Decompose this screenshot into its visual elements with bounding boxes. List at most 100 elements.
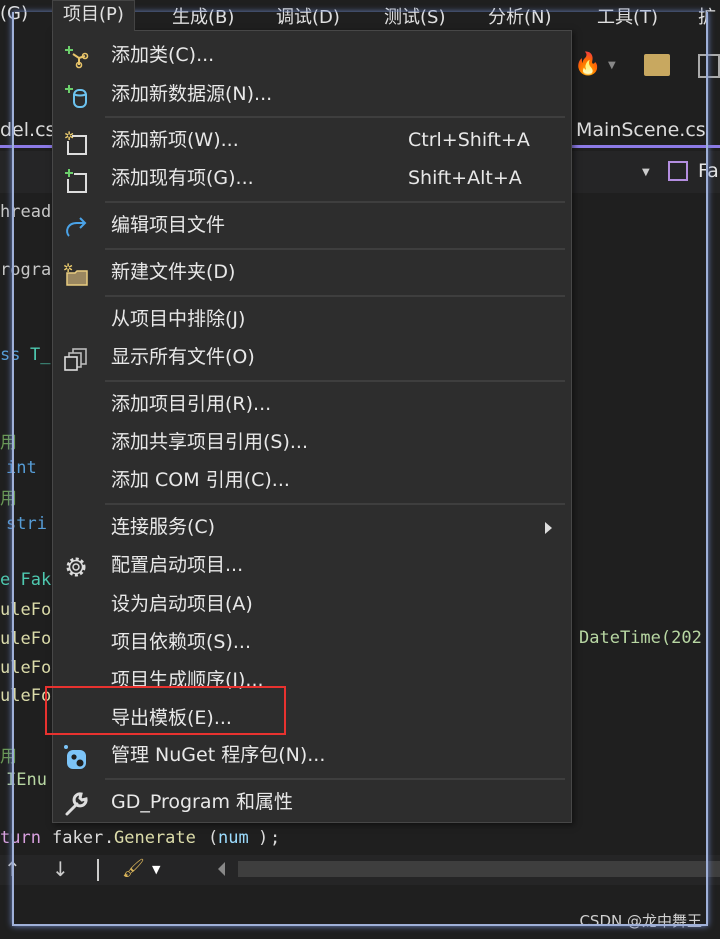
class-cube-icon [668,161,688,181]
menu-item-label: 添加新数据源(N)... [111,83,273,105]
chevron-down-icon[interactable]: ▼ [642,167,650,178]
window-home-icon[interactable] [698,54,720,78]
chevron-down-icon[interactable]: ▼ [152,863,160,876]
code-text: hread [0,202,52,222]
redo-arrow-icon [63,214,89,240]
arrow-up-icon[interactable]: ↑ [4,857,21,881]
menu-separator [105,116,565,118]
code-text: e Fak [0,570,52,590]
code-text: . [104,828,115,848]
horizontal-scrollbar[interactable] [238,861,720,877]
menu-item[interactable]: 管理 NuGet 程序包(N)... [53,736,571,774]
menu-separator [105,295,565,297]
code-text: uleFo [0,629,52,649]
show-all-files-icon [63,346,89,372]
code-text: num [218,828,249,848]
menu-build[interactable]: 生成(B) [172,3,234,29]
menu-item[interactable]: ✲ 添加新项(W)... Ctrl+Shift+A [53,121,571,159]
menu-analyze[interactable]: 分析(N) [488,3,552,29]
code-text: uleFo [0,600,52,620]
menu-item-label: 设为启动项目(A) [111,593,253,615]
menu-item[interactable]: 添加类(C)... [53,36,571,74]
gear-icon [63,554,89,580]
menu-item[interactable]: 添加项目引用(R)... [53,385,571,423]
menu-item-label: 显示所有文件(O) [111,346,255,368]
menu-item[interactable]: 设为启动项目(A) [53,585,571,623]
menu-separator [105,778,565,780]
hot-reload-icon[interactable]: 🔥 [574,52,601,77]
code-text: IEnu [6,770,47,790]
menu-bar: (G) 项目(P) 生成(B) 调试(D) 测试(S) 分析(N) 工具(T) … [0,0,720,31]
arrow-down-icon[interactable]: ↓ [52,857,69,881]
chevron-down-icon[interactable]: ▼ [608,60,616,71]
code-text: ss [0,345,21,365]
menu-item-label: 添加共享项目引用(S)... [111,431,309,453]
menu-item[interactable]: ✲ 新建文件夹(D) [53,253,571,291]
code-text: DateTime(202 [579,628,702,648]
menu-item[interactable]: 添加 COM 引用(C)... [53,461,571,499]
code-text: faker [52,828,104,848]
nuget-icon [63,744,89,770]
wrench-icon [63,791,89,817]
navbar-member[interactable]: Fa [698,160,719,182]
highlight-box [45,686,286,735]
scroll-left-icon[interactable] [218,862,225,876]
menu-separator [105,201,565,203]
code-text: ) [258,828,269,848]
menu-item[interactable]: GD_Program 和属性 [53,783,571,821]
code-text: ( [208,828,219,848]
menu-item[interactable]: 从项目中排除(J) [53,300,571,338]
menu-item[interactable]: 连接服务(C) [53,508,571,546]
menu-item-shortcut: Shift+Alt+A [408,167,522,189]
menu-item-label: 新建文件夹(D) [111,261,236,283]
code-text: ; [270,828,281,848]
add-class-icon [63,44,89,70]
menu-item[interactable]: 显示所有文件(O) [53,338,571,376]
tab-mainscene[interactable]: MainScene.cs [576,119,706,141]
code-text: 用 [0,433,17,453]
code-text: int [6,458,37,478]
menu-item-label: 编辑项目文件 [111,214,226,236]
code-text: uleFo [0,686,52,706]
menu-extensions[interactable]: 扩 [698,3,716,29]
menu-item-label: 添加新项(W)... [111,129,239,151]
divider [97,859,99,881]
add-datasource-icon [63,83,89,109]
brush-icon[interactable]: 🖌 [122,858,145,879]
menu-tools[interactable]: 工具(T) [597,3,658,29]
tab-model[interactable]: del.cs [0,119,55,141]
menu-item-shortcut: Ctrl+Shift+A [408,129,530,151]
menu-item-label: 添加 COM 引用(C)... [111,469,290,491]
add-new-item-icon: ✲ [63,129,89,155]
menu-item-label: 添加项目引用(R)... [111,393,272,415]
new-folder-icon: ✲ [63,261,89,287]
find-toolbar: ↑ ↓ 🖌 ▼ [0,855,720,885]
watermark: CSDN @龙中舞王 [579,912,702,930]
code-text: T_ [30,345,51,365]
menu-item-label: GD_Program 和属性 [111,791,294,813]
menu-item[interactable]: 添加新数据源(N)... [53,75,571,113]
menu-project[interactable]: 项目(P) [52,0,135,31]
menu-item[interactable]: 添加现有项(G)... Shift+Alt+A [53,159,571,197]
menu-item[interactable]: 添加共享项目引用(S)... [53,423,571,461]
code-text: rogra [0,260,52,280]
code-text: uleFo [0,658,52,678]
code-text: 用 [0,489,17,509]
folder-search-icon[interactable] [644,54,670,76]
menu-item[interactable]: 编辑项目文件 [53,206,571,244]
menu-item[interactable]: 项目依赖项(S)... [53,623,571,661]
menu-separator [105,380,565,382]
menu-test[interactable]: 测试(S) [384,3,445,29]
code-text: 用 [0,747,17,767]
menu-item-label: 从项目中排除(J) [111,308,246,330]
submenu-arrow-icon [545,522,552,534]
menu-separator [105,503,565,505]
menu-separator [105,248,565,250]
code-text: Generate [114,828,196,848]
menu-item[interactable]: 配置启动项目... [53,546,571,584]
code-text: stri [6,514,47,534]
menu-debug[interactable]: 调试(D) [276,3,340,29]
code-text: turn [0,828,41,848]
menu-git[interactable]: (G) [0,3,28,24]
menu-item-label: 添加类(C)... [111,44,215,66]
